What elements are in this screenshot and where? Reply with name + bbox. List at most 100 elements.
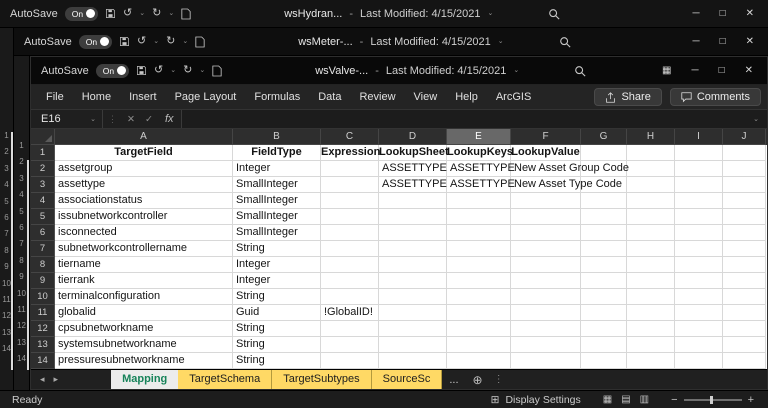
insert-function-button[interactable]: fx <box>158 113 181 125</box>
cell-J12[interactable] <box>723 321 766 338</box>
new-sheet-button[interactable]: ⊕ <box>473 373 483 387</box>
cell-H1[interactable] <box>627 145 675 162</box>
cell-G10[interactable] <box>581 289 627 306</box>
maximize-button[interactable]: □ <box>720 36 726 47</box>
cell-F6[interactable] <box>511 225 581 242</box>
minimize-button[interactable]: ─ <box>691 65 698 76</box>
modified-dropdown-icon[interactable]: ⌄ <box>487 10 493 17</box>
cell-G14[interactable] <box>581 353 627 370</box>
cell-F11[interactable] <box>511 305 581 322</box>
ribbon-tab-formulas[interactable]: Formulas <box>245 85 309 109</box>
cell-I6[interactable] <box>675 225 723 242</box>
row-header-9[interactable]: 9 <box>31 273 55 290</box>
cell-A11[interactable]: globalid <box>55 305 233 322</box>
prev-sheet-button[interactable]: ◂ <box>40 374 45 385</box>
cell-A6[interactable]: isconnected <box>55 225 233 242</box>
cell-J9[interactable] <box>723 273 766 290</box>
search-icon[interactable] <box>574 65 586 77</box>
cell-D14[interactable] <box>379 353 447 370</box>
cell-H14[interactable] <box>627 353 675 370</box>
column-header-F[interactable]: F <box>511 129 581 146</box>
ribbon-tab-page-layout[interactable]: Page Layout <box>166 85 246 109</box>
row-header-2[interactable]: 2 <box>31 161 55 178</box>
sheet-tab-targetschema[interactable]: TargetSchema <box>178 370 273 390</box>
cell-B4[interactable]: SmallInteger <box>233 193 321 210</box>
search-icon[interactable] <box>548 8 560 20</box>
cell-B1[interactable]: FieldType <box>233 145 321 162</box>
cell-H12[interactable] <box>627 321 675 338</box>
cell-H6[interactable] <box>627 225 675 242</box>
cell-I13[interactable] <box>675 337 723 354</box>
cell-J4[interactable] <box>723 193 766 210</box>
cell-H8[interactable] <box>627 257 675 274</box>
cell-B14[interactable]: String <box>233 353 321 370</box>
cell-A2[interactable]: assetgroup <box>55 161 233 178</box>
cell-I4[interactable] <box>675 193 723 210</box>
autosave-toggle[interactable]: On <box>95 63 130 78</box>
minimize-button[interactable]: ─ <box>692 36 699 47</box>
row-header-3[interactable]: 3 <box>31 177 55 194</box>
cell-J1[interactable] <box>723 145 766 162</box>
cell-G6[interactable] <box>581 225 627 242</box>
cell-J14[interactable] <box>723 353 766 370</box>
cell-A14[interactable]: pressuresubnetworkname <box>55 353 233 370</box>
cell-E9[interactable] <box>447 273 511 290</box>
save-icon[interactable] <box>136 65 147 76</box>
row-header-4[interactable]: 4 <box>31 193 55 210</box>
cell-B8[interactable]: Integer <box>233 257 321 274</box>
cell-D12[interactable] <box>379 321 447 338</box>
cell-C6[interactable] <box>321 225 379 242</box>
redo-button[interactable]: ↻ <box>152 8 161 19</box>
undo-button[interactable]: ↺ <box>154 65 163 76</box>
cell-C4[interactable] <box>321 193 379 210</box>
zoom-slider-knob[interactable] <box>709 395 713 404</box>
page-break-view-button[interactable]: ▥ <box>640 394 649 405</box>
cell-A12[interactable]: cpsubnetworkname <box>55 321 233 338</box>
cell-G4[interactable] <box>581 193 627 210</box>
cell-J6[interactable] <box>723 225 766 242</box>
cell-F4[interactable] <box>511 193 581 210</box>
ribbon-display-options-button[interactable]: ▦ <box>662 65 671 76</box>
undo-dropdown-icon[interactable]: ⌄ <box>153 38 159 45</box>
cell-G7[interactable] <box>581 241 627 258</box>
cell-B11[interactable]: Guid <box>233 305 321 322</box>
cell-I9[interactable] <box>675 273 723 290</box>
formula-input[interactable]: ⌄ <box>180 110 767 129</box>
column-header-J[interactable]: J <box>723 129 766 146</box>
cell-D1[interactable]: LookupSheet <box>379 145 449 162</box>
row-header-14[interactable]: 14 <box>31 353 55 370</box>
cell-C2[interactable] <box>321 161 379 178</box>
ribbon-tab-review[interactable]: Review <box>350 85 404 109</box>
page-layout-view-button[interactable]: ▤ <box>621 394 630 405</box>
cell-D3[interactable]: ASSETTYPE <box>379 177 447 194</box>
cell-F2[interactable]: New Asset Group Code <box>511 161 629 178</box>
sheet-scroll-grip-icon[interactable]: ⋮ <box>490 370 508 389</box>
cell-A7[interactable]: subnetworkcontrollername <box>55 241 233 258</box>
cell-F1[interactable]: LookupValue <box>511 145 581 162</box>
name-box[interactable]: E16 ⌄ <box>31 110 103 129</box>
cell-E4[interactable] <box>447 193 511 210</box>
undo-dropdown-icon[interactable]: ⌄ <box>139 10 145 17</box>
cell-F7[interactable] <box>511 241 581 258</box>
cell-I5[interactable] <box>675 209 723 226</box>
cell-E8[interactable] <box>447 257 511 274</box>
cell-I10[interactable] <box>675 289 723 306</box>
cell-A13[interactable]: systemsubnetworkname <box>55 337 233 354</box>
close-button[interactable]: ✕ <box>745 65 753 76</box>
cell-D10[interactable] <box>379 289 447 306</box>
cell-F13[interactable] <box>511 337 581 354</box>
share-button[interactable]: Share <box>594 88 662 107</box>
cell-A1[interactable]: TargetField <box>55 145 233 162</box>
undo-button[interactable]: ↺ <box>123 8 132 19</box>
cell-J2[interactable] <box>723 161 766 178</box>
minimize-button[interactable]: ─ <box>692 8 699 19</box>
cell-E11[interactable] <box>447 305 511 322</box>
name-box-dropdown-icon[interactable]: ⌄ <box>90 116 96 123</box>
cell-E14[interactable] <box>447 353 511 370</box>
row-header-13[interactable]: 13 <box>31 337 55 354</box>
cell-H7[interactable] <box>627 241 675 258</box>
cell-F12[interactable] <box>511 321 581 338</box>
cell-C10[interactable] <box>321 289 379 306</box>
cell-E2[interactable]: ASSETTYPE <box>447 161 515 178</box>
ribbon-tab-view[interactable]: View <box>405 85 447 109</box>
